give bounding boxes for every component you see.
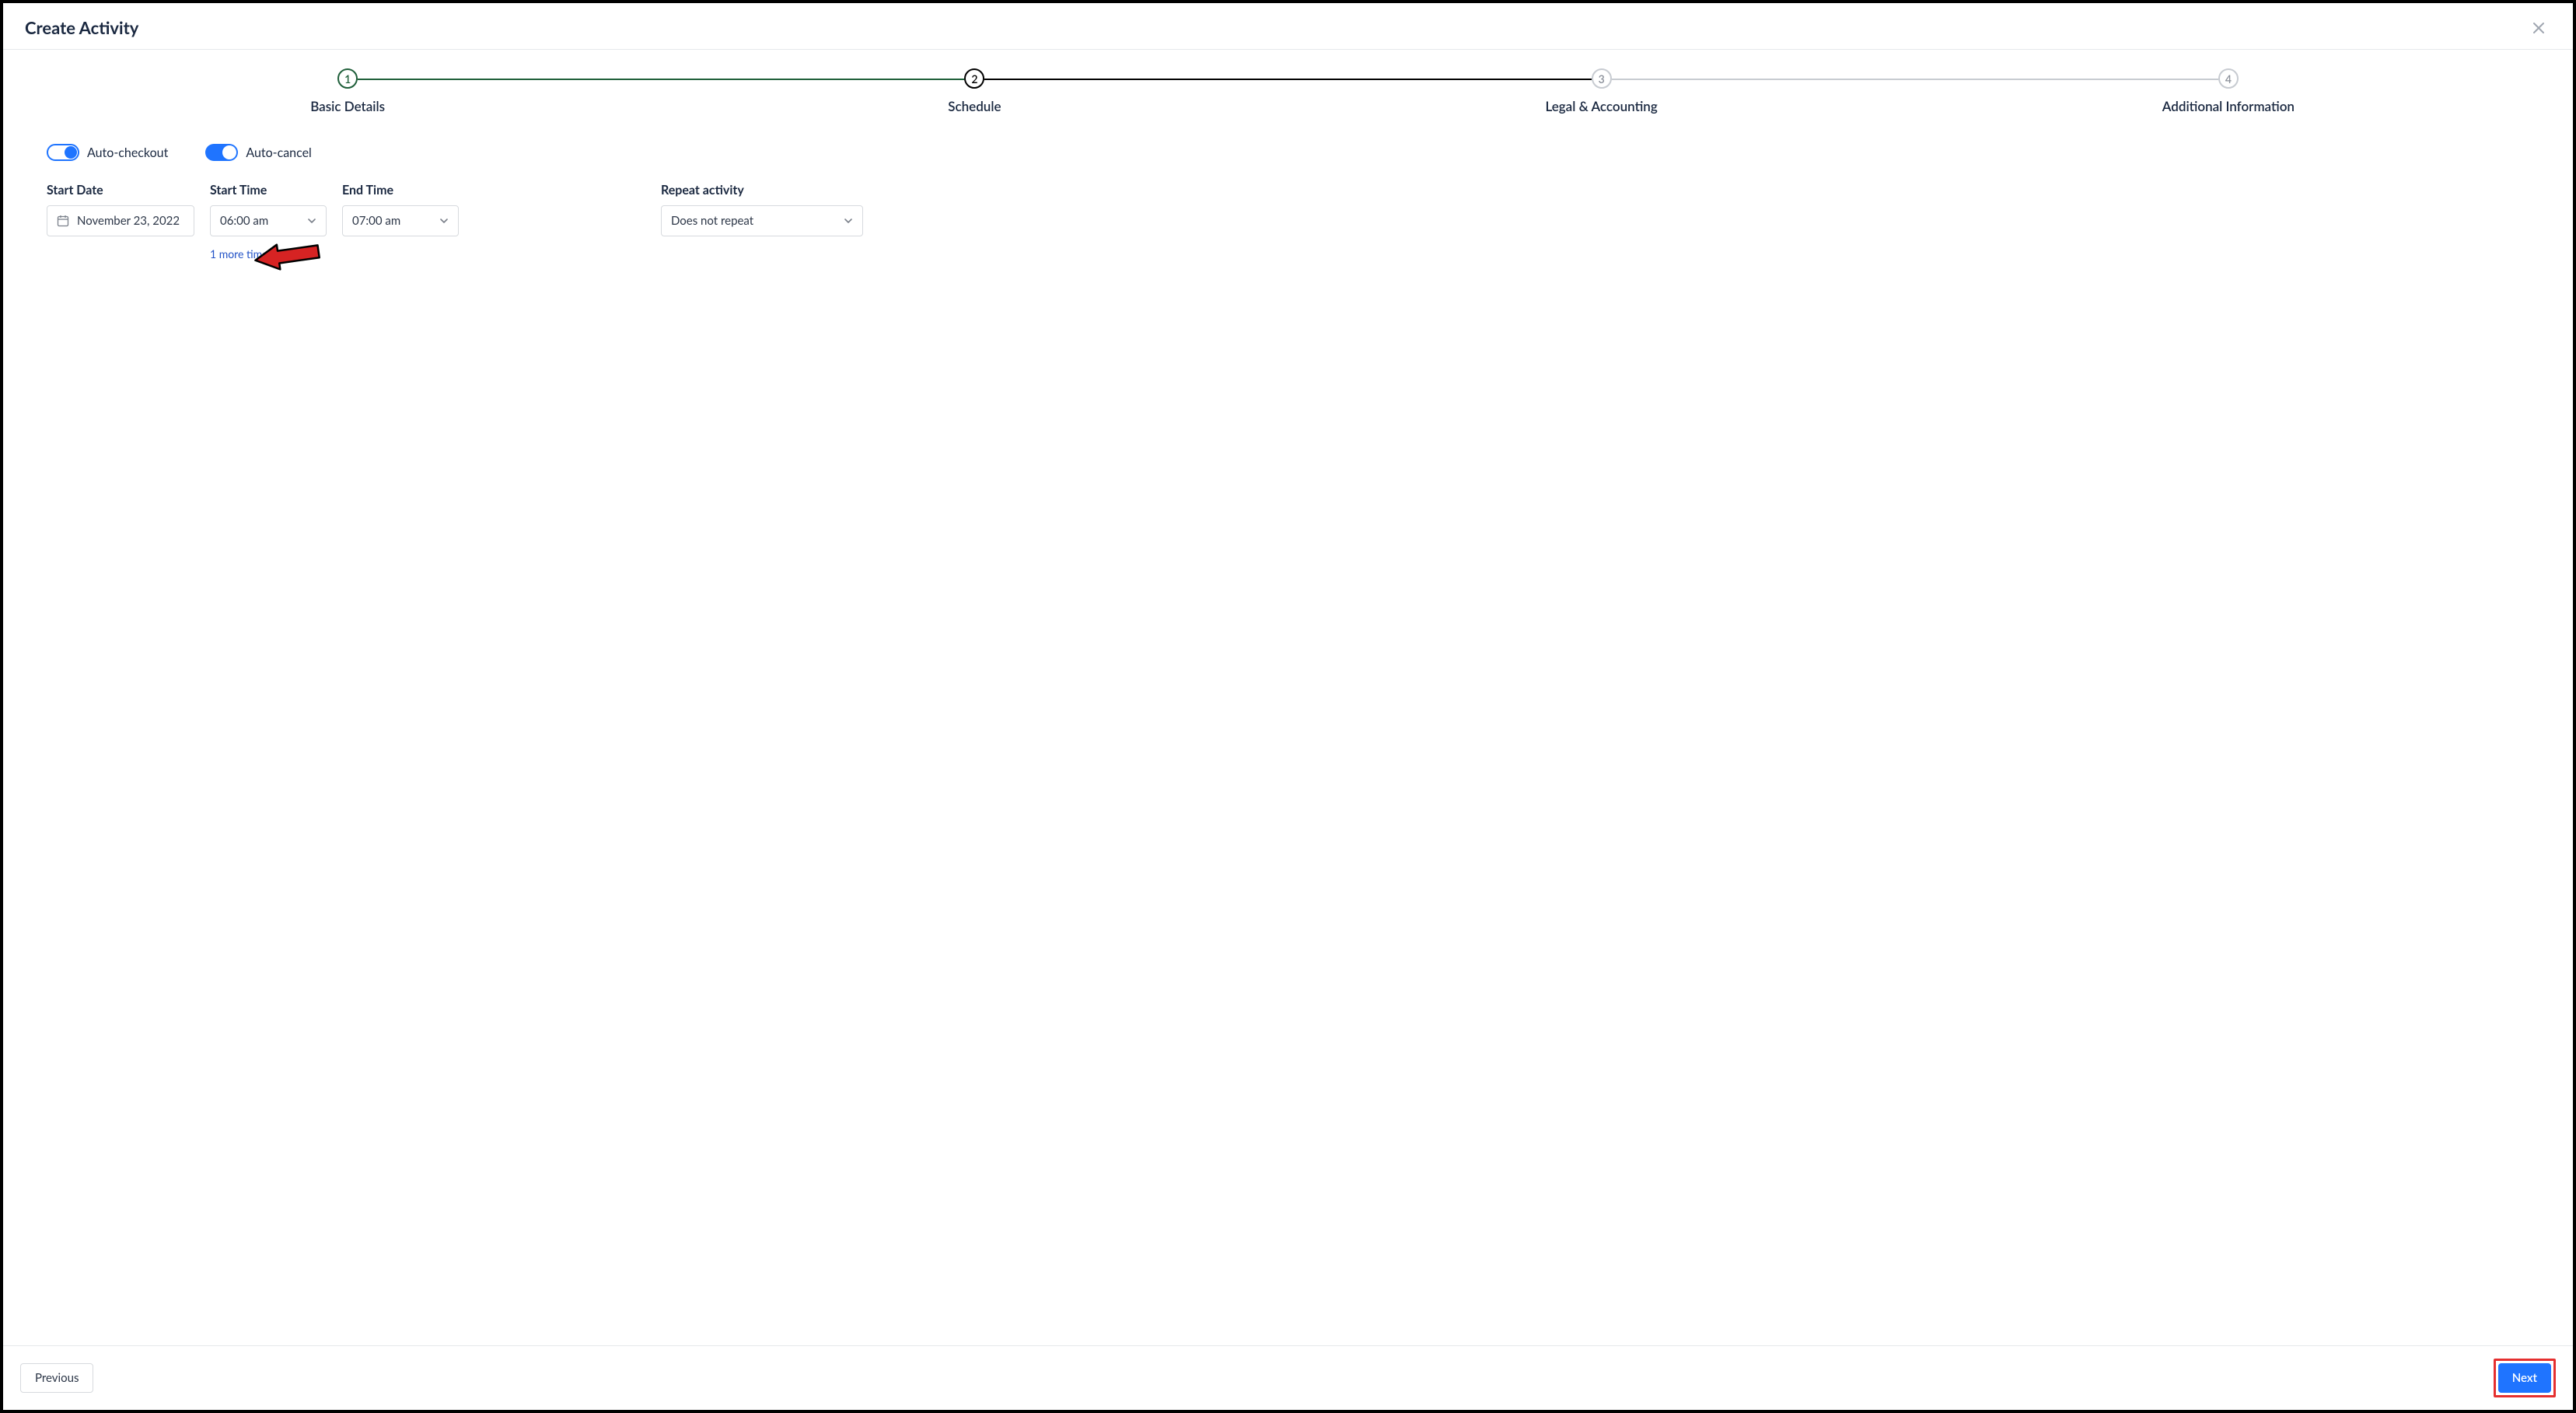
step-number: 4 (2218, 68, 2239, 89)
auto-checkout-toggle-group: Auto-checkout (47, 144, 168, 161)
end-time-field: End Time 07:00 am (342, 183, 459, 236)
chevron-down-icon (307, 216, 316, 226)
start-time-label: Start Time (210, 183, 327, 198)
chevron-down-icon (844, 216, 853, 226)
close-icon[interactable] (2526, 19, 2551, 37)
start-date-label: Start Date (47, 183, 194, 198)
step-number: 2 (964, 68, 984, 89)
chevron-down-icon (439, 216, 449, 226)
wizard-stepper: 1 Basic Details 2 Schedule 3 Legal & Acc… (3, 50, 2573, 122)
calendar-icon (57, 215, 69, 227)
repeat-activity-value: Does not repeat (671, 214, 753, 228)
end-time-select[interactable]: 07:00 am (342, 205, 459, 236)
start-time-value: 06:00 am (220, 214, 268, 228)
start-date-input[interactable]: November 23, 2022 (47, 205, 194, 236)
next-button[interactable]: Next (2498, 1363, 2551, 1393)
step-legal-accounting[interactable]: 3 Legal & Accounting (1288, 68, 1915, 114)
step-label: Schedule (948, 98, 1001, 114)
auto-cancel-label: Auto-cancel (246, 145, 312, 160)
start-date-field: Start Date November 23, 2022 (47, 183, 194, 236)
more-time-slots-link[interactable]: 1 more time slots (210, 247, 292, 261)
step-label: Additional Information (2162, 98, 2295, 114)
repeat-activity-label: Repeat activity (661, 183, 863, 198)
auto-checkout-label: Auto-checkout (87, 145, 168, 160)
previous-button[interactable]: Previous (20, 1363, 93, 1393)
step-label: Legal & Accounting (1545, 98, 1657, 114)
step-additional-information[interactable]: 4 Additional Information (1915, 68, 2542, 114)
step-number: 1 (337, 68, 358, 89)
modal-title: Create Activity (25, 17, 138, 38)
step-basic-details[interactable]: 1 Basic Details (34, 68, 661, 114)
auto-cancel-toggle[interactable] (205, 144, 238, 161)
start-date-value: November 23, 2022 (77, 214, 180, 228)
auto-checkout-toggle[interactable] (47, 144, 79, 161)
modal-body: Auto-checkout Auto-cancel Start Date Nov… (3, 122, 2573, 1345)
repeat-activity-select[interactable]: Does not repeat (661, 205, 863, 236)
toggle-row: Auto-checkout Auto-cancel (47, 144, 2529, 161)
step-label: Basic Details (310, 98, 385, 114)
modal-header: Create Activity (3, 3, 2573, 49)
step-schedule[interactable]: 2 Schedule (661, 68, 1288, 114)
end-time-value: 07:00 am (352, 214, 400, 228)
next-button-highlight: Next (2494, 1359, 2556, 1397)
start-time-select[interactable]: 06:00 am (210, 205, 327, 236)
step-number: 3 (1592, 68, 1612, 89)
modal-footer: Previous Next (3, 1345, 2573, 1410)
create-activity-modal: Create Activity 1 Basic Details 2 Schedu… (0, 0, 2576, 1413)
auto-cancel-toggle-group: Auto-cancel (205, 144, 312, 161)
repeat-activity-field: Repeat activity Does not repeat (661, 183, 863, 236)
end-time-label: End Time (342, 183, 459, 198)
fields-row: Start Date November 23, 2022 Start Time … (47, 183, 2529, 261)
start-time-field: Start Time 06:00 am 1 more time slots (210, 183, 327, 261)
